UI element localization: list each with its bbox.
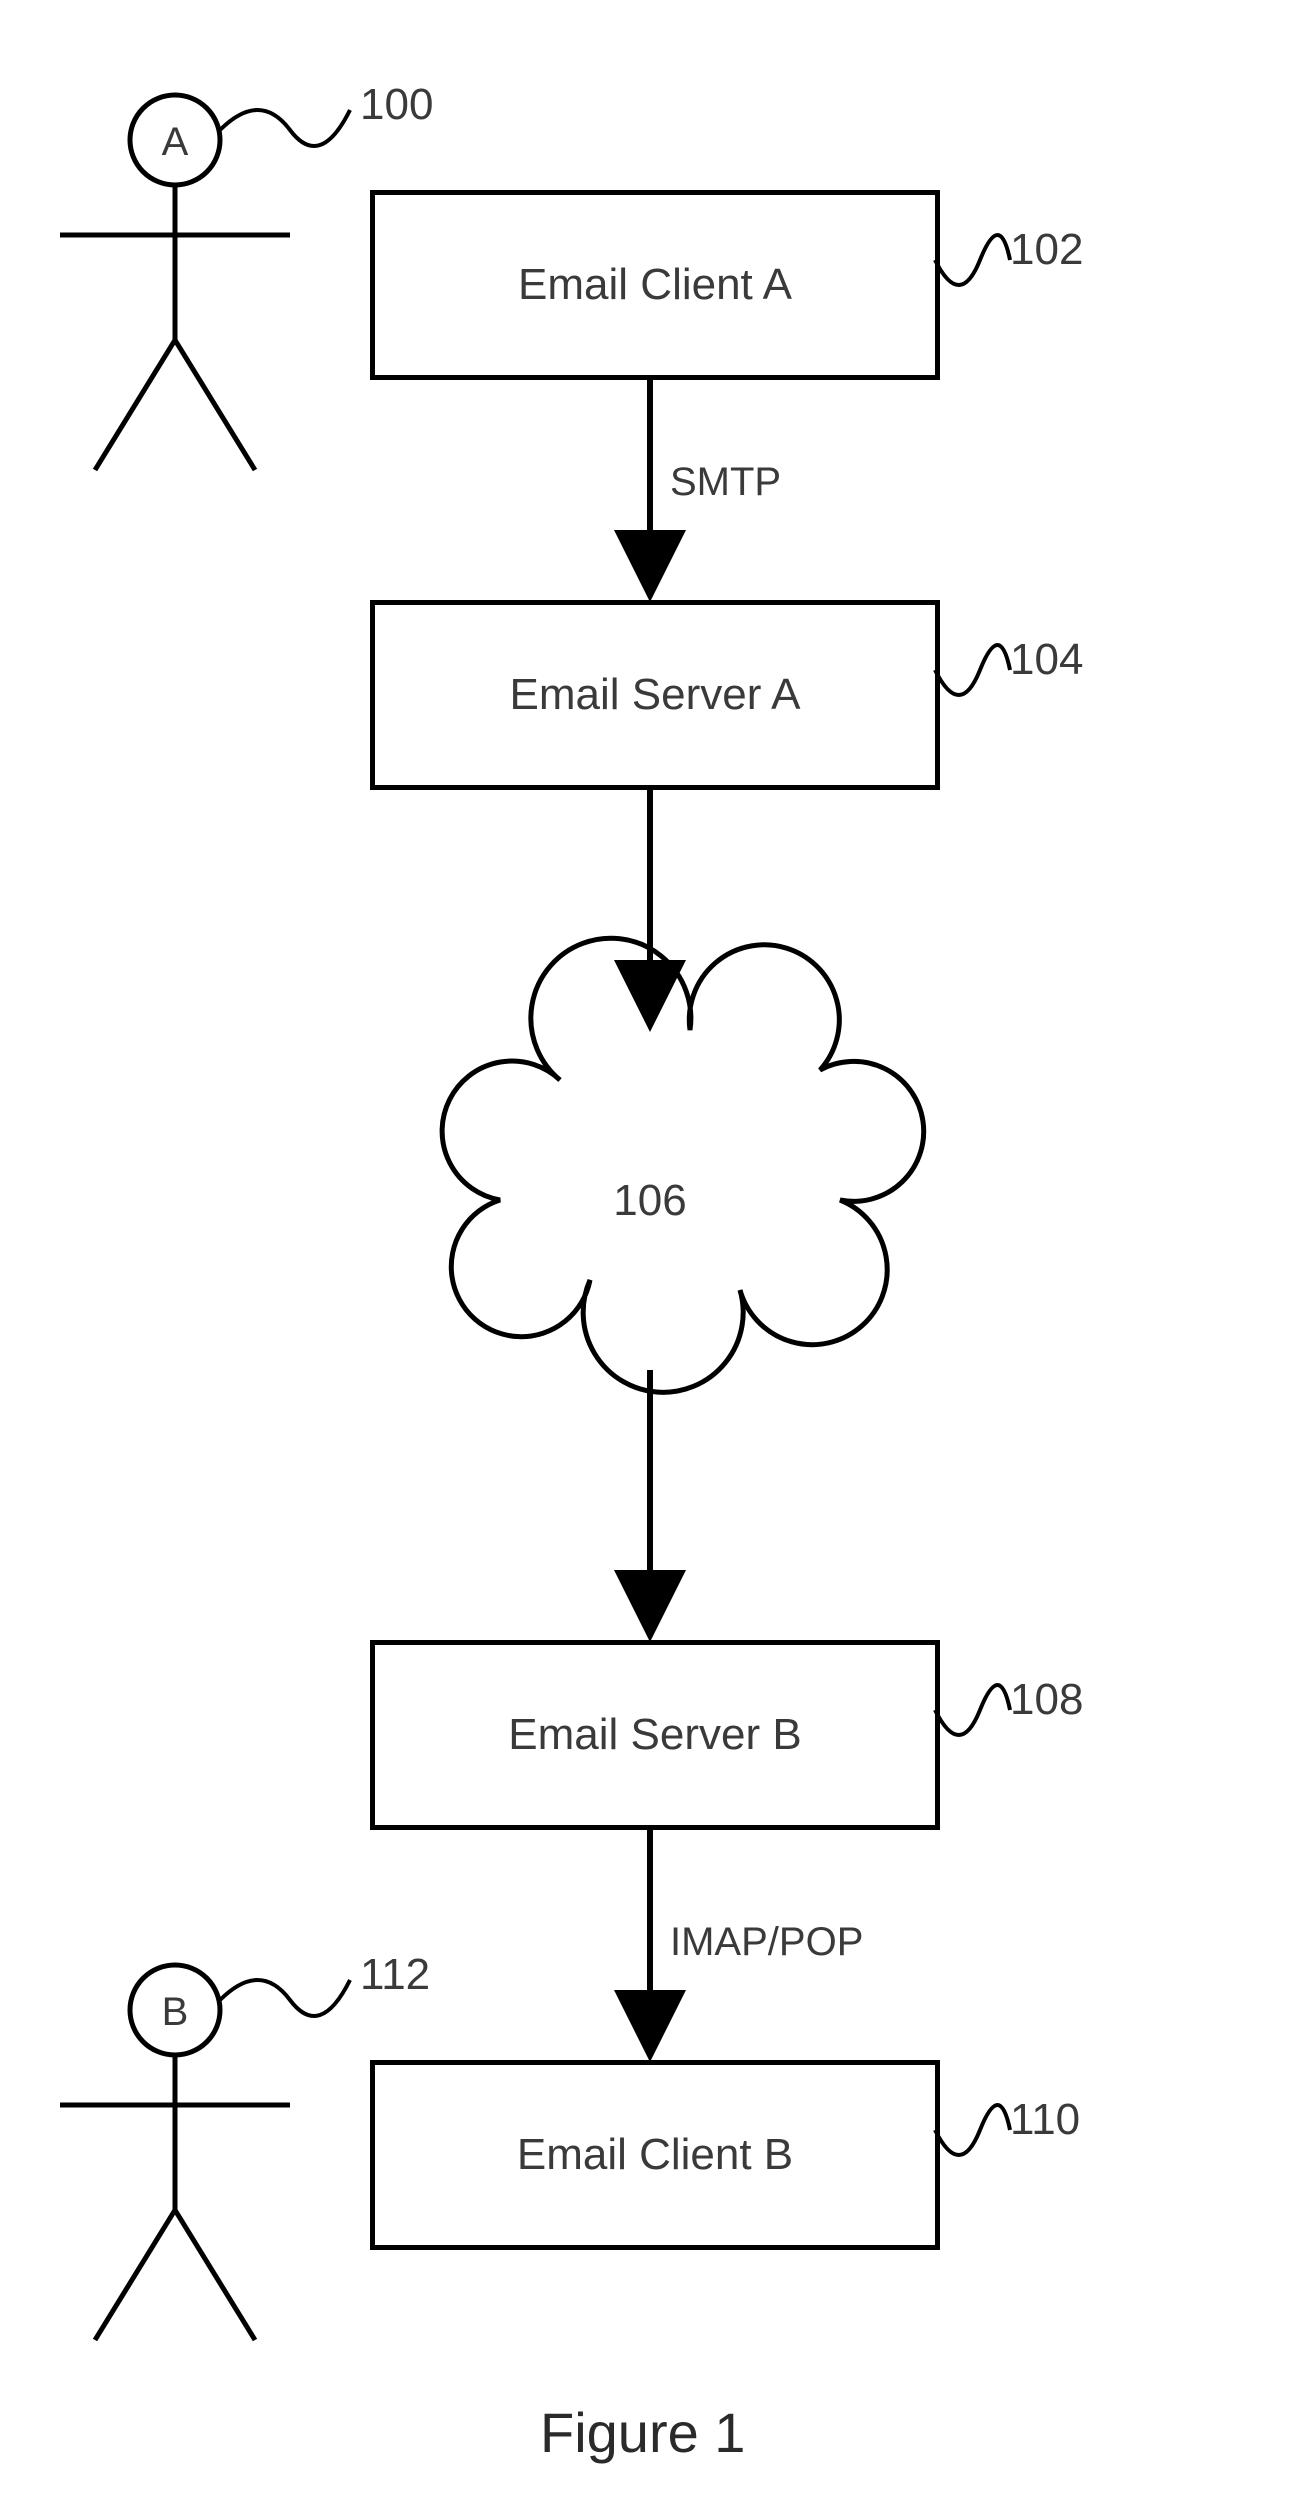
ref-label-client-b: 110	[1010, 2095, 1080, 2145]
box-label: Email Client A	[518, 260, 792, 310]
leader-user-b	[220, 1980, 350, 2016]
user-a-icon	[60, 95, 290, 470]
leader-server-b	[935, 1685, 1010, 1735]
leader-user-a	[220, 110, 350, 146]
user-a-label: A	[162, 120, 189, 164]
box-email-server-b: Email Server B	[370, 1640, 940, 1830]
ref-label-user-a: 100	[360, 80, 433, 130]
user-b-label: B	[162, 1990, 189, 2034]
box-label: Email Server B	[508, 1710, 801, 1760]
edge-label-smtp: SMTP	[670, 460, 781, 505]
box-label: Email Server A	[510, 670, 801, 720]
box-label: Email Client B	[517, 2130, 793, 2180]
leader-server-a	[935, 645, 1010, 695]
ref-label-user-b: 112	[360, 1950, 430, 2000]
edge-label-imap: IMAP/POP	[670, 1920, 863, 1965]
leader-client-b	[935, 2105, 1010, 2155]
ref-label-server-a: 104	[1010, 635, 1083, 685]
ref-label-server-b: 108	[1010, 1675, 1083, 1725]
cloud-icon	[442, 938, 924, 1392]
ref-label-client-a: 102	[1010, 225, 1083, 275]
user-b-icon	[60, 1965, 290, 2340]
box-email-server-a: Email Server A	[370, 600, 940, 790]
diagram-canvas: Email Client A 102 Email Server A 104 Em…	[0, 0, 1298, 2514]
leader-client-a	[935, 235, 1010, 285]
figure-caption: Figure 1	[540, 2400, 745, 2465]
box-email-client-b: Email Client B	[370, 2060, 940, 2250]
box-email-client-a: Email Client A	[370, 190, 940, 380]
cloud-label: 106	[613, 1176, 686, 1225]
